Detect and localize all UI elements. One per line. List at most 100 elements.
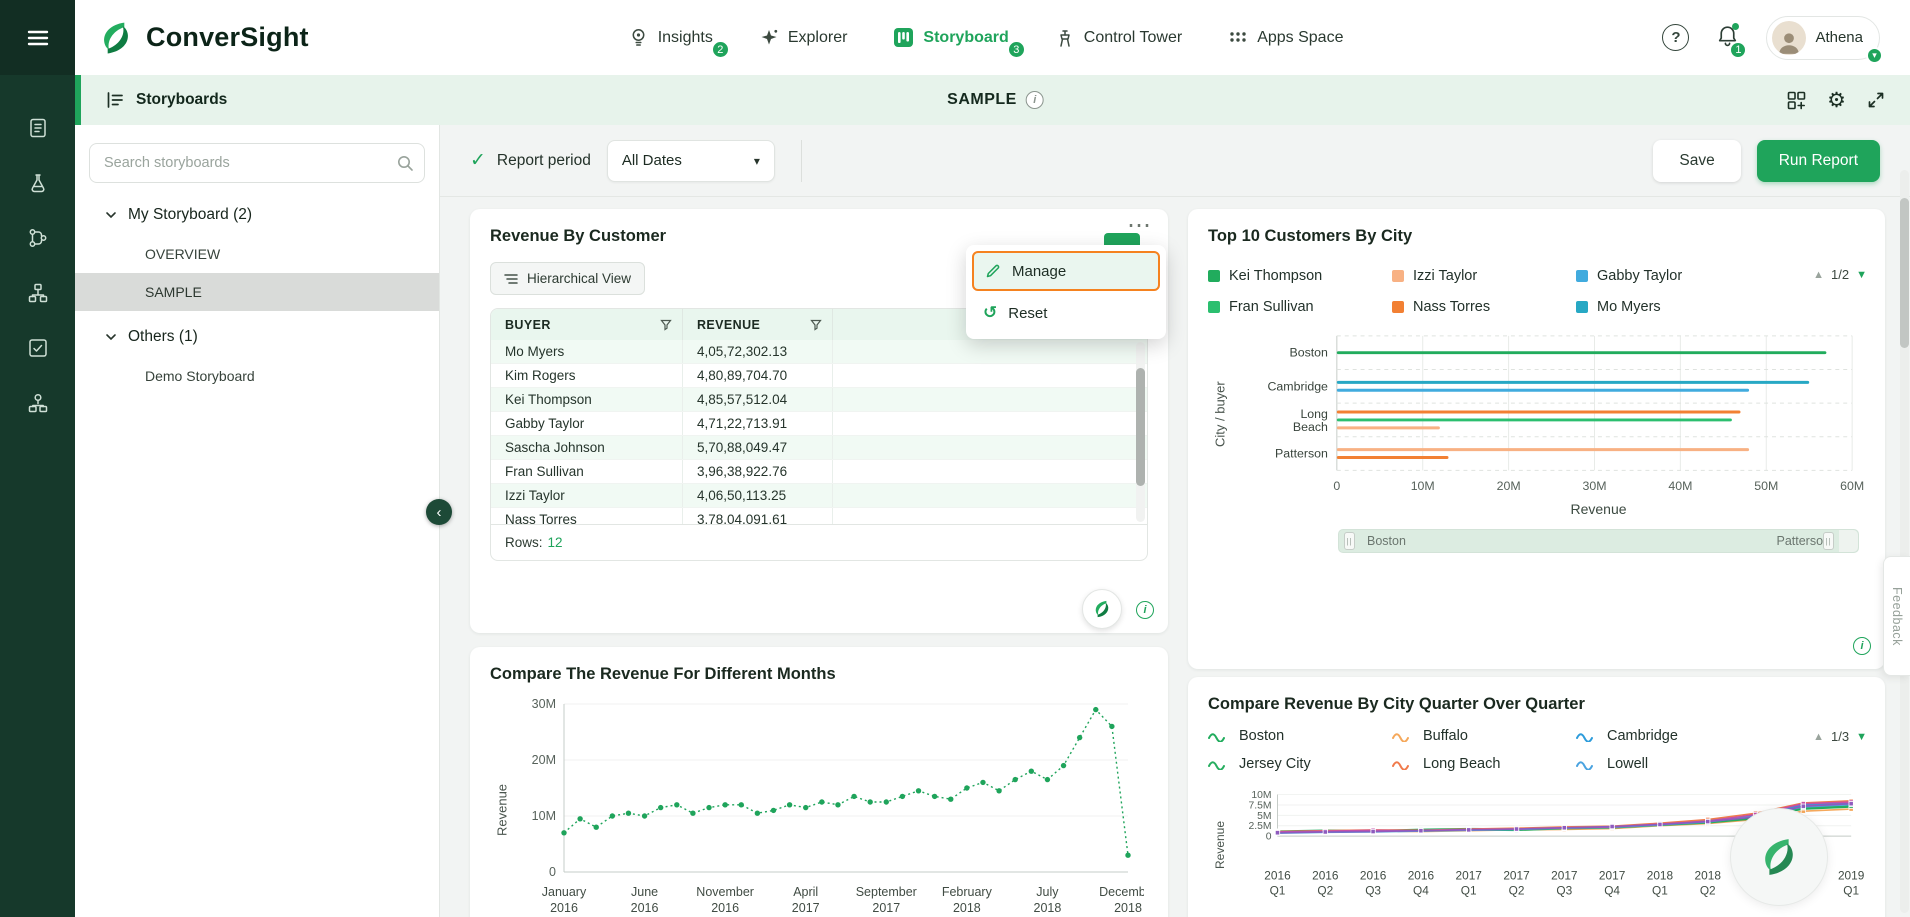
slider-handle-right[interactable]: || xyxy=(1823,532,1834,550)
notifications-button[interactable]: 1 xyxy=(1715,23,1740,53)
table-scrollbar[interactable] xyxy=(1136,368,1145,486)
card-info-icon[interactable]: i xyxy=(1853,637,1871,655)
legend-item[interactable]: Mo Myers xyxy=(1576,299,1746,315)
legend-item[interactable]: Kei Thompson xyxy=(1208,268,1358,284)
control-tower-icon xyxy=(1055,28,1075,48)
nav-item-storyboard[interactable]: Storyboard 3 xyxy=(893,27,1008,48)
panel-collapse-button[interactable]: ‹ xyxy=(426,499,452,525)
group-label: Others (1) xyxy=(128,328,198,346)
legend-item[interactable]: Lowell xyxy=(1576,756,1746,772)
svg-text:September2017: September2017 xyxy=(856,885,917,915)
expand-button[interactable] xyxy=(1866,90,1886,110)
conversight-watermark[interactable] xyxy=(1730,808,1828,906)
user-menu[interactable]: Athena ▾ xyxy=(1766,16,1880,60)
card-title: Compare Revenue By City Quarter Over Qua… xyxy=(1208,695,1865,714)
column-header-buyer[interactable]: BUYER xyxy=(491,309,683,340)
legend-item[interactable]: Nass Torres xyxy=(1392,299,1542,315)
table-row[interactable]: Nass Torres3,78,04,091.61 xyxy=(491,508,1147,524)
pager-up-icon[interactable]: ▲ xyxy=(1813,269,1824,281)
column-label: BUYER xyxy=(505,318,551,332)
legend-item[interactable]: Boston xyxy=(1208,728,1358,744)
pipeline-branch-icon[interactable] xyxy=(27,227,49,249)
hierarchical-view-button[interactable]: Hierarchical View xyxy=(490,262,645,295)
svg-text:2016Q1: 2016Q1 xyxy=(1264,869,1291,898)
athena-assistant-button[interactable] xyxy=(1082,589,1122,629)
experiment-flask-icon[interactable] xyxy=(27,172,49,194)
slider-handle-left[interactable]: || xyxy=(1344,532,1355,550)
explorer-icon xyxy=(759,28,779,48)
revenue-cell: 4,80,89,704.70 xyxy=(683,364,833,387)
legend-swatch xyxy=(1208,301,1220,313)
legend-item[interactable]: Jersey City xyxy=(1208,756,1358,772)
svg-text:Boston: Boston xyxy=(1289,346,1328,360)
hierarchy-icon[interactable] xyxy=(27,282,49,304)
svg-text:30M: 30M xyxy=(532,697,556,711)
check-icon[interactable]: ✓ xyxy=(470,149,486,172)
search-input[interactable] xyxy=(89,143,425,183)
tasks-check-icon[interactable] xyxy=(27,337,49,359)
chevron-down-icon: ▾ xyxy=(754,154,760,168)
svg-text:2017Q3: 2017Q3 xyxy=(1551,869,1577,898)
title-info-icon[interactable]: i xyxy=(1026,91,1044,109)
buyer-cell: Nass Torres xyxy=(491,508,683,524)
table-row[interactable]: Fran Sullivan3,96,38,922.76 xyxy=(491,460,1147,484)
chart-row: City / buyer 010M20M30M40M50M60MBostonCa… xyxy=(1208,331,1865,497)
nav-item-control-tower[interactable]: Control Tower xyxy=(1055,28,1182,48)
filter-funnel-icon[interactable] xyxy=(810,319,822,331)
legend-item[interactable]: Gabby Taylor xyxy=(1576,268,1746,284)
settings-button[interactable]: ⚙ xyxy=(1827,90,1846,111)
table-row[interactable]: Izzi Taylor4,06,50,113.25 xyxy=(491,484,1147,508)
revenue-cell: 4,71,22,713.91 xyxy=(683,412,833,435)
legend-item[interactable]: Cambridge xyxy=(1576,728,1746,744)
revenue-cell: 4,85,57,512.04 xyxy=(683,388,833,411)
group-my-storyboard[interactable]: My Storyboard (2) xyxy=(75,189,439,235)
date-filter-dropdown[interactable]: All Dates ▾ xyxy=(607,140,775,182)
storyboard-item-sample[interactable]: SAMPLE xyxy=(75,273,439,311)
pager-up-icon[interactable]: ▲ xyxy=(1813,731,1824,743)
top-navbar: ConverSight Insights 2 Explorer Storyboa… xyxy=(75,0,1910,75)
hamburger-menu-button[interactable] xyxy=(0,0,75,75)
table-row[interactable]: Gabby Taylor4,71,22,713.91 xyxy=(491,412,1147,436)
add-widget-button[interactable] xyxy=(1786,90,1807,111)
save-button[interactable]: Save xyxy=(1653,140,1740,182)
nav-item-insights[interactable]: Insights 2 xyxy=(628,27,713,48)
legend-item[interactable]: Long Beach xyxy=(1392,756,1542,772)
svg-text:50M: 50M xyxy=(1754,479,1778,493)
column-header-revenue[interactable]: REVENUE xyxy=(683,309,833,340)
pager-down-icon[interactable]: ▼ xyxy=(1856,731,1867,743)
storyboard-item-overview[interactable]: OVERVIEW xyxy=(75,235,439,273)
search-icon[interactable] xyxy=(396,154,414,177)
nav-item-explorer[interactable]: Explorer xyxy=(759,28,848,48)
pager-down-icon[interactable]: ▼ xyxy=(1856,269,1867,281)
manage-menu-item[interactable]: Manage xyxy=(972,251,1160,291)
legend-item[interactable]: Izzi Taylor xyxy=(1392,268,1542,284)
help-button[interactable]: ? xyxy=(1662,24,1689,51)
rows-count: 12 xyxy=(548,535,563,550)
legend-label: Kei Thompson xyxy=(1229,268,1322,284)
org-chart-icon[interactable] xyxy=(27,392,49,414)
run-report-button[interactable]: Run Report xyxy=(1757,140,1880,182)
table-row[interactable]: Kei Thompson4,85,57,512.04 xyxy=(491,388,1147,412)
filter-funnel-icon[interactable] xyxy=(660,319,672,331)
table-scrollbar-track xyxy=(1136,342,1145,522)
report-icon[interactable] xyxy=(27,117,49,139)
svg-text:December2018: December2018 xyxy=(1099,885,1144,915)
svg-text:60M: 60M xyxy=(1840,479,1864,493)
legend-item[interactable]: Fran Sullivan xyxy=(1208,299,1358,315)
feedback-tab[interactable]: Feedback xyxy=(1883,556,1910,676)
page-scrollbar[interactable] xyxy=(1900,198,1909,348)
reset-menu-item[interactable]: ↺ Reset xyxy=(972,293,1160,333)
group-others[interactable]: Others (1) xyxy=(75,311,439,357)
chart-range-slider[interactable]: || Boston Patterson || xyxy=(1338,529,1859,553)
table-row[interactable]: Sascha Johnson5,70,88,049.47 xyxy=(491,436,1147,460)
storyboard-item-demo[interactable]: Demo Storyboard xyxy=(75,357,439,395)
legend-item[interactable]: Buffalo xyxy=(1392,728,1542,744)
svg-text:10M: 10M xyxy=(1251,790,1271,801)
dashboard-area: ✓ Report period All Dates ▾ Save Run Rep… xyxy=(440,125,1910,917)
card-info-icon[interactable]: i xyxy=(1136,601,1154,619)
nav-item-apps-space[interactable]: Apps Space xyxy=(1228,28,1343,48)
table-row[interactable]: Kim Rogers4,80,89,704.70 xyxy=(491,364,1147,388)
table-row[interactable]: Mo Myers4,05,72,302.13 xyxy=(491,340,1147,364)
storyboards-breadcrumb[interactable]: Storyboards xyxy=(105,90,227,110)
brand-logo[interactable]: ConverSight xyxy=(97,19,309,57)
